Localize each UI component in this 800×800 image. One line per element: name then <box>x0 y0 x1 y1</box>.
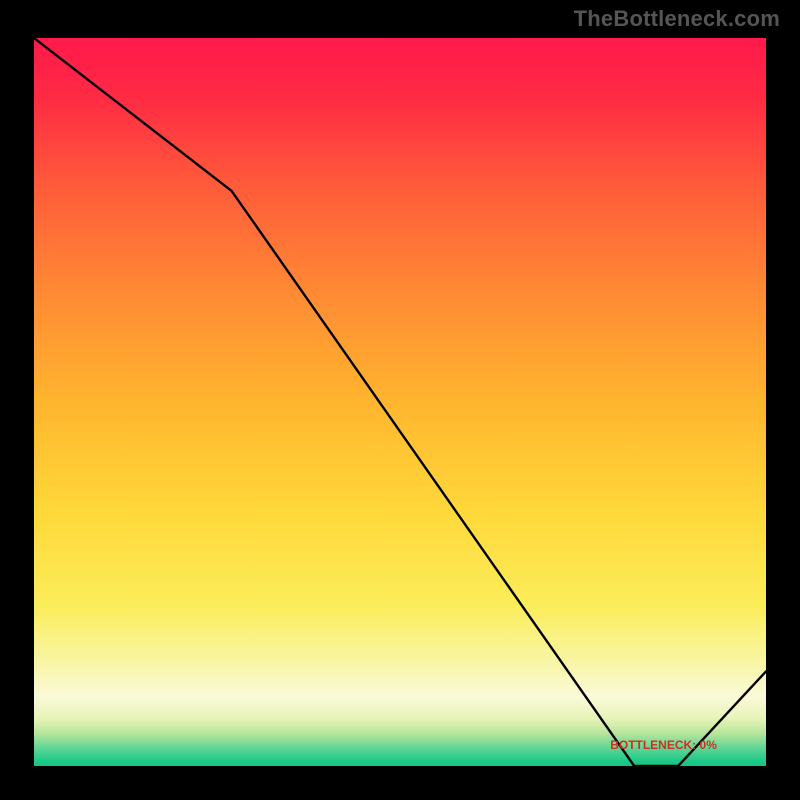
chart-svg <box>34 38 766 766</box>
watermark-text: TheBottleneck.com <box>574 6 780 32</box>
gradient-background <box>34 38 766 766</box>
bottleneck-zero-label: BOTTLENECK: 0% <box>610 738 717 752</box>
chart-frame: TheBottleneck.com BOTTLENECK: 0% <box>0 0 800 800</box>
plot-area: BOTTLENECK: 0% <box>34 38 766 766</box>
